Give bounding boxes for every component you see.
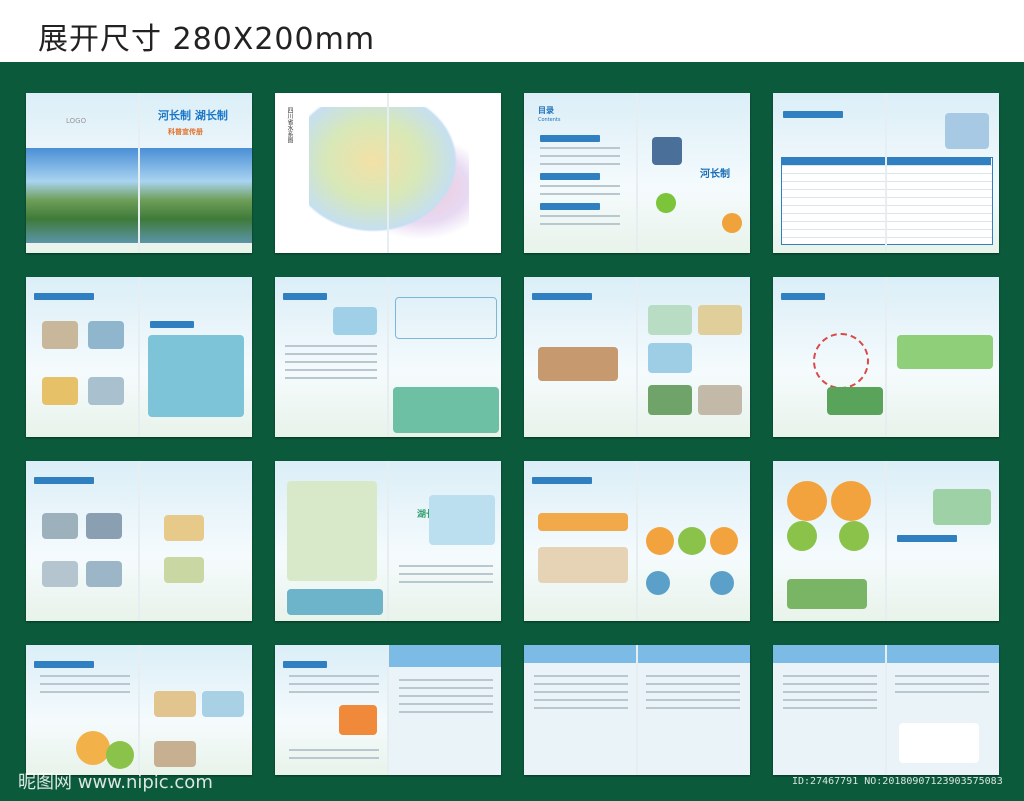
spread-row3-2: 湖长制	[275, 461, 501, 621]
spread-table	[773, 93, 999, 253]
spread-row4-3	[524, 645, 750, 775]
province-map	[309, 107, 469, 242]
watermark-id: ID:27467791 NO:20180907123903575083	[792, 776, 1003, 787]
spread-row2-2	[275, 277, 501, 437]
page-title: 展开尺寸 280X200mm	[38, 22, 376, 57]
spread-row3-4	[773, 461, 999, 621]
spread-row2-1	[26, 277, 252, 437]
spread-row3-3	[524, 461, 750, 621]
header: 展开尺寸 280X200mm	[0, 0, 1024, 62]
spread-toc: 目录 Contents 河长制	[524, 93, 750, 253]
spread-row4-4	[773, 645, 999, 775]
spread-row2-3	[524, 277, 750, 437]
spread-map: 四川省水系图	[275, 93, 501, 253]
toc-subtitle: Contents	[538, 117, 561, 123]
map-label: 四川省水系图	[286, 107, 293, 143]
watermark-site: 昵图网 www.nipic.com	[18, 772, 213, 793]
toc-title: 目录	[538, 106, 554, 115]
cover-subtitle: 科普宣传册	[168, 128, 203, 136]
spread-cover: LOGO 河长制 湖长制 科普宣传册	[26, 93, 252, 253]
spread-row4-2	[275, 645, 501, 775]
spread-row2-4	[773, 277, 999, 437]
cover-title: 河长制 湖长制	[158, 109, 228, 122]
cover-logo: LOGO	[66, 117, 87, 125]
toc-brand: 河长制	[700, 169, 730, 180]
spread-row4-1	[26, 645, 252, 775]
spread-row3-1	[26, 461, 252, 621]
